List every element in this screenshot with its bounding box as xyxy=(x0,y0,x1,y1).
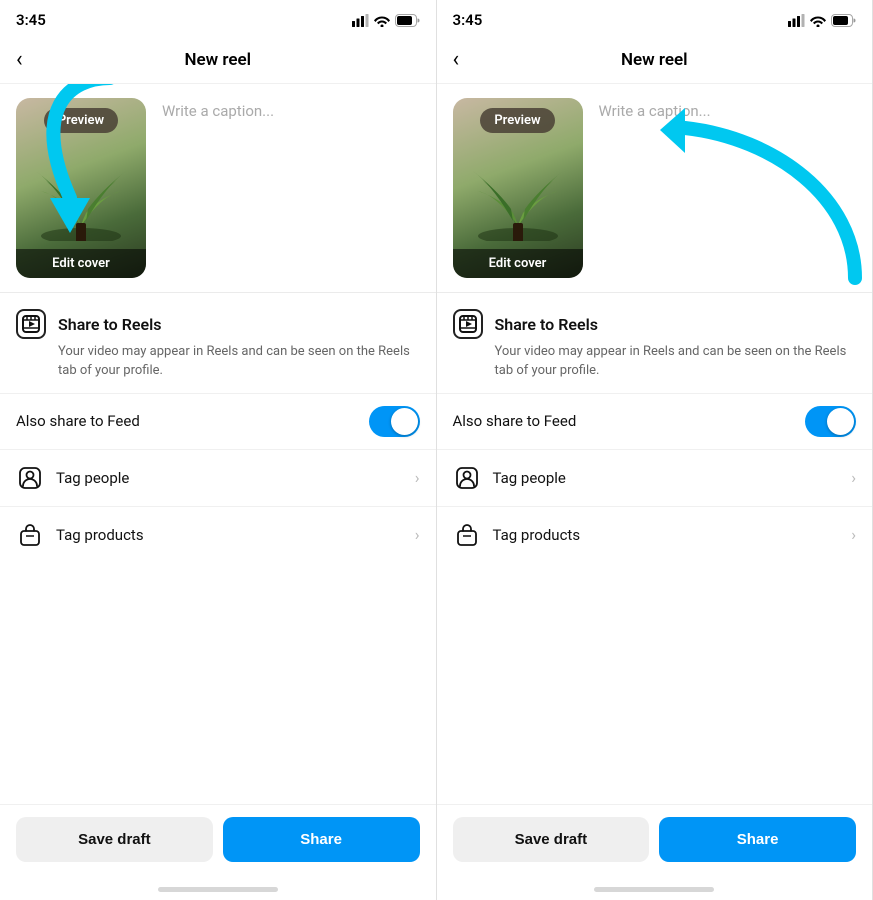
video-thumbnail-left[interactable]: Preview xyxy=(16,98,146,278)
share-reels-label-right: Share to Reels xyxy=(495,315,598,334)
tag-people-label-left: Tag people xyxy=(56,469,129,487)
plants-svg-right xyxy=(463,141,573,241)
divider-1-right xyxy=(437,292,873,293)
buttons-row-left: Save draft Share xyxy=(0,804,436,878)
edit-cover-left[interactable]: Edit cover xyxy=(16,249,146,278)
buttons-row-right: Save draft Share xyxy=(437,804,873,878)
status-bar-right: 3:45 xyxy=(437,0,873,36)
preview-badge-right[interactable]: Preview xyxy=(480,108,554,133)
right-panel: 3:45 ‹ New reel xyxy=(437,0,873,900)
share-reels-desc-left: Your video may appear in Reels and can b… xyxy=(16,343,420,381)
video-section-right: Preview Edi xyxy=(437,84,873,288)
divider-1-left xyxy=(0,292,436,293)
person-icon-left xyxy=(18,466,42,490)
tag-people-label-right: Tag people xyxy=(493,469,566,487)
tag-people-left-right: Tag people xyxy=(453,464,566,492)
share-button-right[interactable]: Share xyxy=(659,817,856,862)
status-time-left: 3:45 xyxy=(16,11,46,29)
share-reels-row-right: Share to Reels xyxy=(453,309,857,339)
tag-products-row-right[interactable]: Tag products › xyxy=(437,506,873,563)
toggle-label-right: Also share to Feed xyxy=(453,412,577,430)
share-reels-row-left: Share to Reels xyxy=(16,309,420,339)
save-draft-button-right[interactable]: Save draft xyxy=(453,817,650,862)
signal-icon-left xyxy=(352,14,369,27)
preview-badge-wrap-left: Preview xyxy=(16,98,146,133)
tag-people-chevron-right: › xyxy=(851,468,856,487)
home-bar-left xyxy=(158,887,278,892)
video-thumbnail-right[interactable]: Preview Edi xyxy=(453,98,583,278)
reels-icon-right xyxy=(453,309,483,339)
tag-people-icon-left xyxy=(16,464,44,492)
battery-icon-left xyxy=(395,14,420,27)
bag-icon-right xyxy=(455,523,479,547)
toggle-thumb-left xyxy=(391,408,418,435)
share-reels-label-left: Share to Reels xyxy=(58,315,161,334)
share-reels-desc-right: Your video may appear in Reels and can b… xyxy=(453,343,857,381)
left-panel: 3:45 ‹ New reel xyxy=(0,0,437,900)
share-button-left[interactable]: Share xyxy=(223,817,420,862)
arrow-svg-right xyxy=(655,98,873,298)
video-bg-right: Preview Edi xyxy=(453,98,583,278)
plants-svg-left xyxy=(26,141,136,241)
toggle-label-left: Also share to Feed xyxy=(16,412,140,430)
tag-people-left-left: Tag people xyxy=(16,464,129,492)
home-bar-right xyxy=(594,887,714,892)
video-bg-left: Preview xyxy=(16,98,146,278)
tag-products-label-left: Tag products xyxy=(56,526,144,544)
status-icons-right xyxy=(788,14,856,27)
content-left: Preview xyxy=(0,84,436,878)
status-bar-left: 3:45 xyxy=(0,0,436,36)
caption-area-right: Write a caption... xyxy=(595,98,857,120)
tag-products-left-left: Tag products xyxy=(16,521,144,549)
save-draft-button-left[interactable]: Save draft xyxy=(16,817,213,862)
tag-products-label-right: Tag products xyxy=(493,526,581,544)
home-indicator-right xyxy=(437,878,873,900)
tag-people-chevron-left: › xyxy=(415,468,420,487)
toggle-switch-right[interactable] xyxy=(805,406,856,437)
toggle-switch-left[interactable] xyxy=(369,406,420,437)
header-title-left: New reel xyxy=(184,50,251,70)
tag-products-icon-left xyxy=(16,521,44,549)
back-button-left[interactable]: ‹ xyxy=(16,47,23,72)
status-time-right: 3:45 xyxy=(453,11,483,29)
tag-people-row-left[interactable]: Tag people › xyxy=(0,449,436,506)
person-icon-right xyxy=(455,466,479,490)
header-title-right: New reel xyxy=(621,50,688,70)
tag-people-row-right[interactable]: Tag people › xyxy=(437,449,873,506)
battery-icon-right xyxy=(831,14,856,27)
status-icons-left xyxy=(352,14,420,27)
share-section-left: Share to Reels Your video may appear in … xyxy=(0,297,436,393)
home-indicator-left xyxy=(0,878,436,900)
reels-svg-left xyxy=(22,315,40,333)
toggle-thumb-right xyxy=(827,408,854,435)
tag-products-left-right: Tag products xyxy=(453,521,581,549)
tag-products-icon-right xyxy=(453,521,481,549)
preview-badge-left[interactable]: Preview xyxy=(44,108,118,133)
toggle-row-right: Also share to Feed xyxy=(437,393,873,449)
share-section-right: Share to Reels Your video may appear in … xyxy=(437,297,873,393)
tag-products-chevron-right: › xyxy=(851,525,856,544)
wifi-icon-left xyxy=(374,14,390,27)
content-right: Preview Edi xyxy=(437,84,873,878)
header-left: ‹ New reel xyxy=(0,36,436,84)
preview-badge-wrap-right: Preview xyxy=(453,98,583,133)
caption-area-left: Write a caption... xyxy=(158,98,420,120)
signal-icon-right xyxy=(788,14,805,27)
header-right: ‹ New reel xyxy=(437,36,873,84)
plants-area-right xyxy=(453,133,583,249)
tag-products-chevron-left: › xyxy=(415,525,420,544)
caption-placeholder-left[interactable]: Write a caption... xyxy=(162,98,416,120)
edit-cover-right[interactable]: Edit cover xyxy=(453,249,583,278)
tag-people-icon-right xyxy=(453,464,481,492)
reels-svg-right xyxy=(459,315,477,333)
plants-area-left xyxy=(16,133,146,249)
tag-products-row-left[interactable]: Tag products › xyxy=(0,506,436,563)
wifi-icon-right xyxy=(810,14,826,27)
bag-icon-left xyxy=(18,523,42,547)
video-section-left: Preview xyxy=(0,84,436,288)
reels-icon-left xyxy=(16,309,46,339)
back-button-right[interactable]: ‹ xyxy=(453,47,460,72)
toggle-row-left: Also share to Feed xyxy=(0,393,436,449)
caption-placeholder-right[interactable]: Write a caption... xyxy=(599,98,853,120)
